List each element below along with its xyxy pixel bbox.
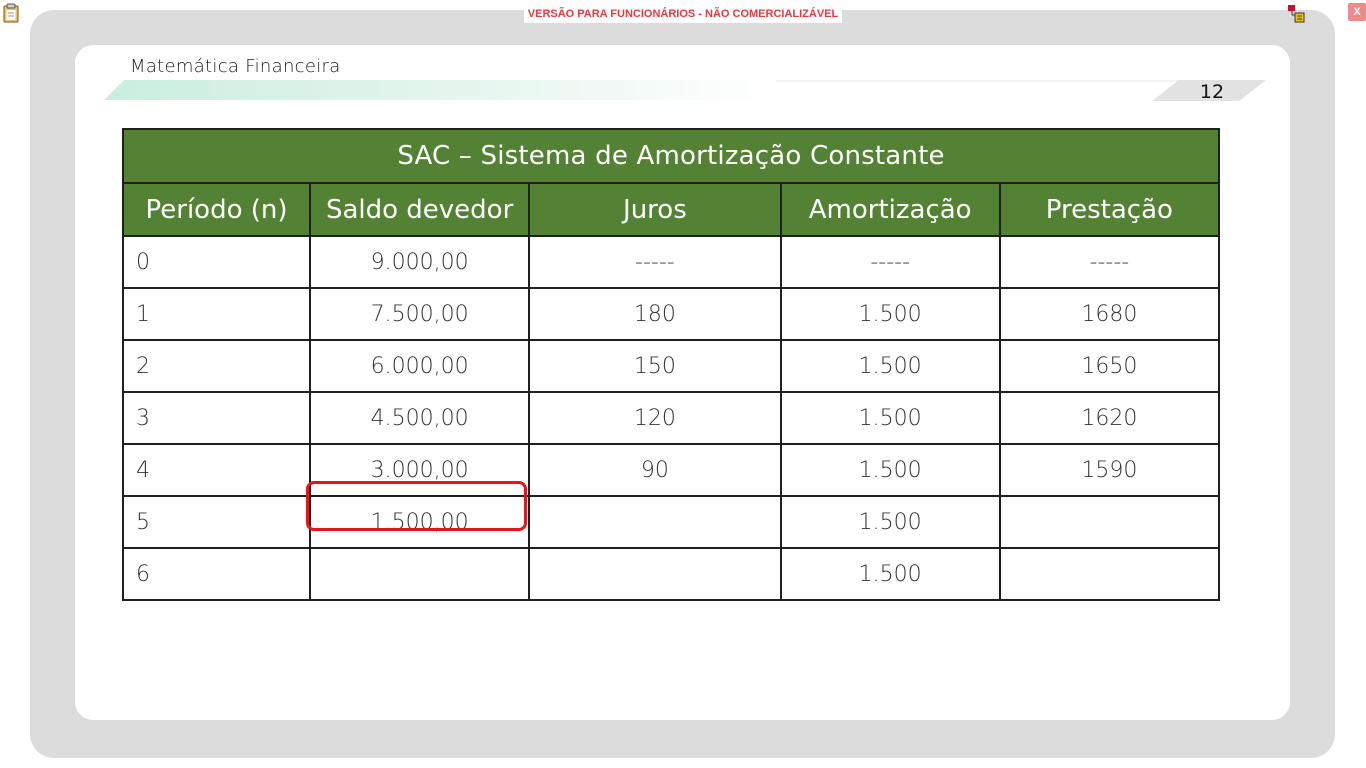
title-decoration-stripe [104, 80, 1266, 101]
cell-prestacao: 1650 [998, 339, 1221, 393]
cell-periodo: 4 [121, 443, 312, 497]
table-row: 0 9.000,00 ----- ----- ----- [121, 235, 1221, 289]
cell-periodo: 5 [121, 495, 312, 549]
cell-saldo: 9.000,00 [309, 235, 531, 289]
clipboard-icon[interactable] [3, 3, 19, 23]
cell-saldo: 7.500,00 [309, 287, 531, 341]
table-row: 4 3.000,00 90 1.500 1590 [121, 443, 1221, 497]
cell-prestacao: 1590 [998, 443, 1221, 497]
close-icon: X [1353, 6, 1361, 18]
header-periodo: Período (n) [121, 182, 312, 237]
slide-title: Matemática Financeira [130, 56, 341, 77]
cell-juros: ----- [528, 235, 782, 289]
cell-prestacao: 1620 [998, 391, 1221, 445]
cell-amortizacao: 1.500 [779, 547, 1001, 601]
cell-prestacao [998, 547, 1221, 601]
cell-juros: 90 [528, 443, 782, 497]
header-saldo-devedor: Saldo devedor [309, 182, 531, 237]
cell-periodo: 3 [121, 391, 312, 445]
watermark-banner: VERSÃO PARA FUNCIONÁRIOS - NÃO COMERCIAL… [523, 6, 843, 23]
sac-table: SAC – Sistema de Amortização Constante P… [121, 128, 1221, 601]
cell-juros [528, 495, 782, 549]
table-caption: SAC – Sistema de Amortização Constante [122, 128, 1220, 184]
cell-juros [528, 547, 782, 601]
header-amortizacao: Amortização [779, 182, 1001, 237]
cell-juros: 120 [528, 391, 782, 445]
cell-saldo: 6.000,00 [309, 339, 531, 393]
table-header-row: Período (n) Saldo devedor Juros Amortiza… [121, 182, 1221, 237]
highlight-annotation-box [306, 481, 527, 531]
close-button[interactable]: X [1348, 3, 1366, 21]
cell-periodo: 1 [121, 287, 312, 341]
cell-periodo: 6 [121, 547, 312, 601]
top-banner: VERSÃO PARA FUNCIONÁRIOS - NÃO COMERCIAL… [0, 0, 1366, 26]
cell-amortizacao: 1.500 [779, 287, 1001, 341]
cell-periodo: 2 [121, 339, 312, 393]
cell-saldo [309, 547, 531, 601]
page-number: 12 [1199, 81, 1225, 103]
cell-prestacao: 1680 [998, 287, 1221, 341]
cell-amortizacao: ----- [779, 235, 1001, 289]
cell-juros: 150 [528, 339, 782, 393]
network-icon[interactable] [1288, 3, 1306, 23]
table-row: 2 6.000,00 150 1.500 1650 [121, 339, 1221, 393]
cell-amortizacao: 1.500 [779, 391, 1001, 445]
table-row: 5 1.500,00 1.500 [121, 495, 1221, 549]
cell-periodo: 0 [121, 235, 312, 289]
cell-amortizacao: 1.500 [779, 495, 1001, 549]
cell-amortizacao: 1.500 [779, 443, 1001, 497]
table-row: 6 1.500 [121, 547, 1221, 601]
cell-amortizacao: 1.500 [779, 339, 1001, 393]
cell-saldo: 4.500,00 [309, 391, 531, 445]
header-juros: Juros [528, 182, 782, 237]
table-row: 1 7.500,00 180 1.500 1680 [121, 287, 1221, 341]
header-prestacao: Prestação [998, 182, 1221, 237]
cell-juros: 180 [528, 287, 782, 341]
cell-prestacao: ----- [998, 235, 1221, 289]
table-caption-row: SAC – Sistema de Amortização Constante [122, 128, 1220, 184]
cell-prestacao [998, 495, 1221, 549]
table-row: 3 4.500,00 120 1.500 1620 [121, 391, 1221, 445]
